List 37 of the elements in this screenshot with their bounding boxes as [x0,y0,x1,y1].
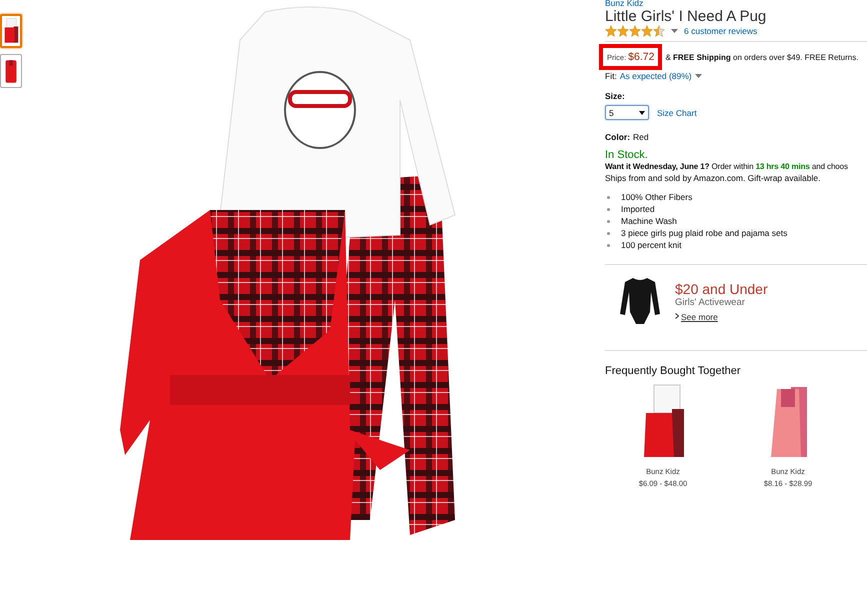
star-icon [641,25,653,37]
brand-link[interactable]: Bunz Kidz [605,0,867,8]
caret-icon[interactable] [671,28,678,34]
section-heading: Frequently Bought Together [605,365,742,377]
color-value: Red [633,132,649,142]
size-chart-link[interactable]: Size Chart [657,108,697,118]
star-rating[interactable] [605,25,665,37]
feature-bullet: 100% Other Fibers [621,192,692,202]
chevron-icon [675,312,679,318]
color-label: Color: [605,132,630,142]
feature-bullet: 100 percent knit [621,240,682,250]
feature-bullet: Imported [621,204,655,214]
caret-icon[interactable] [694,74,702,78]
product-title: Little Girls' I Need A Pug [605,8,768,25]
size-label: Size: [605,91,626,101]
fit-link[interactable]: As expected (89%) [620,71,692,81]
ships-from-text: Ships from and sold by Amazon.com. Gift-wrap available. [605,173,822,183]
caret-icon [639,110,645,114]
product-thumbnail[interactable] [0,54,22,88]
star-icon [617,25,629,37]
delivery-text: Want it Wednesday, June 1? Order within 13 hrs 40 mins and choos [605,162,849,171]
leotard-picture[interactable] [619,276,661,326]
promo-subtitle: Girls' Activewear [675,296,746,308]
star-icon [605,25,617,37]
price-value: $6.72 [628,51,654,63]
product-thumbnail[interactable] [0,14,22,48]
size-dropdown[interactable]: 5 [605,105,649,120]
stock-status: In Stock. [605,149,649,161]
star-icon [629,25,641,37]
feature-bullet: Machine Wash [621,216,677,226]
promo-title[interactable]: $20 and Under [675,280,768,296]
reviews-link[interactable]: 6 customer reviews [684,26,758,36]
fit-label: Fit: [605,71,617,81]
shipping-text: & FREE Shipping on orders over $49. FREE Returns. [665,52,858,62]
see-more-link[interactable]: See more [681,312,718,322]
feature-bullet: 3 piece girls pug plaid robe and pajama sets [621,228,788,238]
star-icon [653,25,665,37]
